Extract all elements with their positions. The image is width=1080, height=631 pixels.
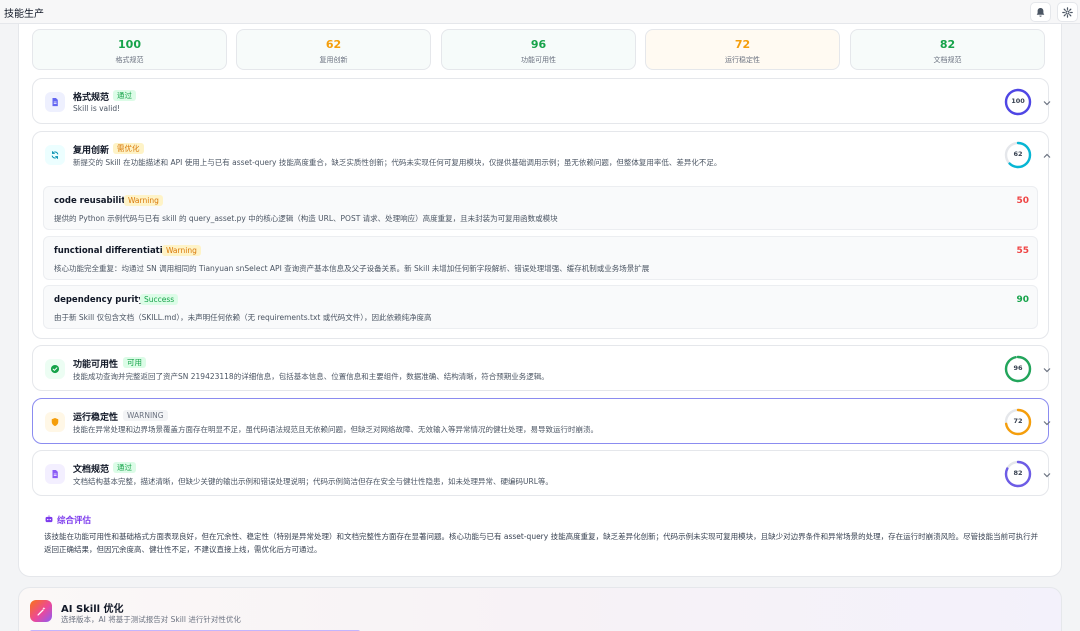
sub-metric-name: code reusability <box>54 196 131 206</box>
score-ring: 100 <box>1004 88 1032 116</box>
score-ring: 62 <box>1004 141 1032 169</box>
section-description: 技能成功查询并完整返回了资产SN 219423118的详细信息，包括基本信息、位… <box>73 372 549 381</box>
metric-value: 100 <box>118 38 141 51</box>
section-function[interactable]: 功能可用性 可用 技能成功查询并完整返回了资产SN 219423118的详细信息… <box>32 345 1052 391</box>
metric-label: 运行稳定性 <box>725 56 760 64</box>
document-icon <box>45 92 65 112</box>
bell-icon <box>1036 7 1045 17</box>
sub-metric-score: 90 <box>1016 295 1029 305</box>
score-value: 100 <box>1011 97 1025 105</box>
metric-value: 62 <box>325 38 342 51</box>
score-value: 72 <box>1013 417 1023 425</box>
document-icon <box>45 464 65 484</box>
section-reuse[interactable]: 复用创新 需优化 新提交的 Skill 在功能描述和 API 使用上与已有 as… <box>32 131 1052 339</box>
sub-metric-code-reusability: code reusability Warning 提供的 Python 示例代码… <box>43 186 1038 230</box>
metric-stability: 72 运行稳定性 <box>645 29 840 70</box>
sub-metric-name: functional differentiation <box>54 246 175 256</box>
section-title: 格式规范 <box>73 93 110 103</box>
magic-wand-icon <box>30 600 52 622</box>
status-badge: Warning <box>162 245 201 256</box>
section-format[interactable]: 格式规范 通过 Skill is valid! 100 <box>32 78 1052 124</box>
score-value: 62 <box>1013 150 1023 158</box>
ai-panel-title: AI Skill 优化 <box>61 604 124 615</box>
chevron-down-icon[interactable] <box>1042 97 1052 107</box>
section-title: 功能可用性 <box>73 360 119 370</box>
metric-function: 96 功能可用性 <box>441 29 636 70</box>
overall-assessment-label: 综合评估 <box>57 516 92 526</box>
section-title: 复用创新 <box>73 146 110 156</box>
metric-label: 功能可用性 <box>521 56 556 64</box>
sub-metric-name: dependency purity <box>54 295 145 305</box>
settings-button[interactable] <box>1057 2 1078 22</box>
metric-value: 96 <box>530 38 547 51</box>
chevron-down-icon[interactable] <box>1042 469 1052 479</box>
section-title: 文档规范 <box>73 465 110 475</box>
sub-metric-score: 50 <box>1016 196 1029 206</box>
top-bar: 技能生产 <box>0 0 1080 24</box>
score-ring: 96 <box>1004 355 1032 383</box>
sub-metric-description: 提供的 Python 示例代码与已有 skill 的 query_asset.p… <box>54 214 558 223</box>
status-badge: Warning <box>124 195 163 206</box>
metric-value: 82 <box>939 38 956 51</box>
notification-button[interactable] <box>1030 2 1051 22</box>
score-value: 96 <box>1013 364 1023 372</box>
sub-metric-score: 55 <box>1016 246 1029 256</box>
section-stability[interactable]: 运行稳定性 WARNING 技能在异常处理和边界场景覆盖方面存在明显不足，虽代码… <box>32 398 1052 444</box>
section-description: 文档结构基本完整，描述清晰，但缺少关键的输出示例和错误处理说明；代码示例简洁但存… <box>73 477 553 486</box>
metric-reuse: 62 复用创新 <box>236 29 431 70</box>
sub-metric-description: 核心功能完全重复：均通过 SN 调用相同的 Tianyuan snSelect … <box>54 264 650 273</box>
ai-skill-optimize-panel: AI Skill 优化 选择版本，AI 将基于测试报告对 Skill 进行针对性… <box>18 587 1062 631</box>
status-badge: 需优化 <box>113 143 144 154</box>
shield-icon <box>45 412 65 432</box>
metric-format: 100 格式规范 <box>32 29 227 70</box>
chevron-up-icon[interactable] <box>1042 150 1052 160</box>
metric-label: 文档规范 <box>933 56 962 64</box>
section-description: Skill is valid! <box>73 104 121 113</box>
metric-label: 复用创新 <box>319 56 348 64</box>
ai-panel-description: 选择版本，AI 将基于测试报告对 Skill 进行针对性优化 <box>61 615 241 624</box>
status-badge: 通过 <box>113 462 136 473</box>
test-report-panel: 100 格式规范 62 复用创新 96 功能可用性 72 运行稳定性 82 文档… <box>18 24 1062 577</box>
app-title: 技能生产 <box>4 9 44 20</box>
status-badge: WARNING <box>123 410 168 421</box>
overall-assessment-text: 该技能在功能可用性和基础格式方面表现良好，但在冗余性、稳定性（特别是异常处理）和… <box>44 532 1039 554</box>
metric-value: 72 <box>734 38 751 51</box>
score-value: 82 <box>1013 469 1023 477</box>
section-docs[interactable]: 文档规范 通过 文档结构基本完整，描述清晰，但缺少关键的输出示例和错误处理说明；… <box>32 450 1052 496</box>
status-badge: 可用 <box>123 357 146 368</box>
overall-assessment-title: 综合评估 <box>44 514 91 526</box>
gear-icon <box>1062 6 1073 18</box>
status-badge: 通过 <box>113 90 136 101</box>
refresh-icon <box>45 145 65 165</box>
chevron-down-icon[interactable] <box>1042 364 1052 374</box>
metric-label: 格式规范 <box>115 56 144 64</box>
score-ring: 82 <box>1004 460 1032 488</box>
sub-metric-dependency-purity: dependency purity Success 由于新 Skill 仅包含文… <box>43 285 1038 329</box>
section-description: 技能在异常处理和边界场景覆盖方面存在明显不足，虽代码语法规范且无依赖问题，但缺乏… <box>73 425 598 434</box>
section-description: 新提交的 Skill 在功能描述和 API 使用上与已有 asset-query… <box>73 158 722 167</box>
section-title: 运行稳定性 <box>73 413 119 423</box>
sub-metric-functional-differentiation: functional differentiation Warning 核心功能完… <box>43 236 1038 280</box>
robot-icon <box>45 515 53 523</box>
chevron-down-icon[interactable] <box>1042 417 1052 427</box>
check-circle-icon <box>45 359 65 379</box>
metric-docs: 82 文档规范 <box>850 29 1045 70</box>
sub-metric-description: 由于新 Skill 仅包含文档（SKILL.md），未声明任何依赖（无 requ… <box>54 313 432 322</box>
score-ring: 72 <box>1004 408 1032 436</box>
status-badge: Success <box>140 294 179 305</box>
